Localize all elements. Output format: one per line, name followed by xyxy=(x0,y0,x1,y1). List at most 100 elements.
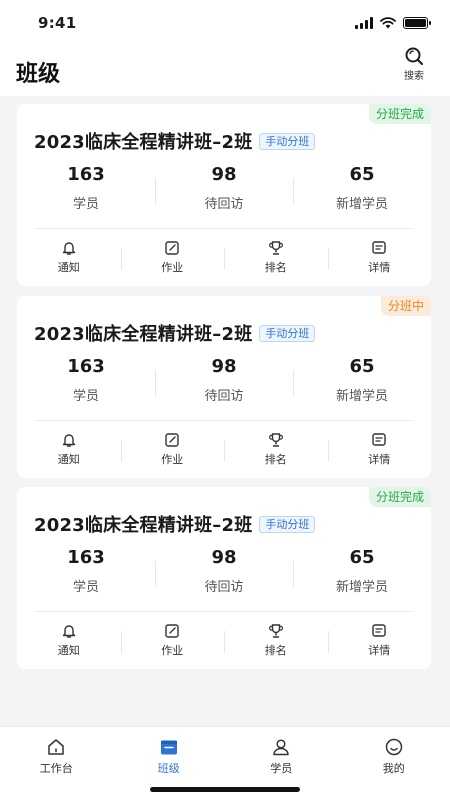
class-title: 2023临床全程精讲班–2班 xyxy=(34,132,253,153)
stat-label: 新增学员 xyxy=(335,580,388,595)
card-divider xyxy=(34,228,414,229)
ranking-button[interactable]: 排名 xyxy=(224,236,328,280)
stat-value: 65 xyxy=(349,547,375,568)
action-label: 排名 xyxy=(264,453,287,466)
battery-icon xyxy=(403,17,431,29)
action-label: 作业 xyxy=(161,453,184,466)
class-card[interactable]: 分班完成 2023临床全程精讲班–2班 手动分班 163 学员 98 待回访 6… xyxy=(17,104,431,286)
ranking-button[interactable]: 排名 xyxy=(224,428,328,472)
card-actions: 通知 作业 排名 详情 xyxy=(17,236,431,280)
tab-workbench[interactable]: 工作台 xyxy=(0,737,113,800)
search-button[interactable]: 搜索 xyxy=(396,46,432,82)
smile-icon xyxy=(385,738,402,756)
stat-value: 65 xyxy=(349,356,375,377)
card-divider xyxy=(34,420,414,421)
class-folder-icon xyxy=(160,740,177,755)
stat-value: 163 xyxy=(67,164,105,185)
class-status-tag: 分班完成 xyxy=(368,104,431,124)
stat-new-students[interactable]: 65 新增学员 xyxy=(293,547,431,599)
card-actions: 通知 作业 排名 详情 xyxy=(17,428,431,472)
stat-value: 163 xyxy=(67,356,105,377)
class-title: 2023临床全程精讲班–2班 xyxy=(34,515,253,536)
edit-square-icon xyxy=(165,624,179,638)
notify-button[interactable]: 通知 xyxy=(17,619,121,663)
assign-mode-badge: 手动分班 xyxy=(259,132,316,150)
tab-mine[interactable]: 我的 xyxy=(338,737,450,800)
trophy-icon xyxy=(268,433,283,447)
action-label: 通知 xyxy=(57,644,80,657)
tab-label: 班级 xyxy=(157,762,180,775)
page-title: 班级 xyxy=(16,62,61,87)
search-label: 搜索 xyxy=(404,71,424,82)
home-indicator xyxy=(150,787,300,792)
card-divider xyxy=(34,611,414,612)
stat-value: 98 xyxy=(211,547,237,568)
action-label: 作业 xyxy=(161,644,184,657)
class-title-row: 2023临床全程精讲班–2班 手动分班 xyxy=(34,128,316,154)
stat-students[interactable]: 163 学员 xyxy=(17,356,155,408)
action-label: 通知 xyxy=(57,453,80,466)
stat-value: 65 xyxy=(349,164,375,185)
class-screen: 9:41 班级 搜索 分班完成 2023临床全程精讲班–2班 手动分班 163 … xyxy=(0,0,450,800)
search-icon xyxy=(405,47,424,66)
stat-label: 待回访 xyxy=(204,389,244,404)
notify-button[interactable]: 通知 xyxy=(17,428,121,472)
action-label: 作业 xyxy=(161,261,184,274)
wifi-icon xyxy=(380,17,396,29)
stat-students[interactable]: 163 学员 xyxy=(17,547,155,599)
message-square-icon xyxy=(372,241,386,254)
homework-button[interactable]: 作业 xyxy=(120,236,225,280)
assign-mode-badge: 手动分班 xyxy=(259,324,316,342)
stat-label: 学员 xyxy=(72,197,99,212)
stat-label: 学员 xyxy=(72,580,99,595)
status-bar: 9:41 xyxy=(0,0,450,46)
class-stats: 163 学员 98 待回访 65 新增学员 xyxy=(17,164,431,216)
details-button[interactable]: 详情 xyxy=(327,236,432,280)
stat-value: 98 xyxy=(211,356,237,377)
class-title-row: 2023临床全程精讲班–2班 手动分班 xyxy=(34,511,316,537)
details-button[interactable]: 详情 xyxy=(327,619,432,663)
action-label: 排名 xyxy=(264,644,287,657)
card-actions: 通知 作业 排名 详情 xyxy=(17,619,431,663)
status-icons xyxy=(355,17,431,29)
action-label: 详情 xyxy=(368,644,391,657)
stat-label: 待回访 xyxy=(204,197,244,212)
stat-new-students[interactable]: 65 新增学员 xyxy=(293,164,431,216)
bell-icon xyxy=(62,242,75,255)
stat-pending-followup[interactable]: 98 待回访 xyxy=(155,164,293,216)
stat-label: 新增学员 xyxy=(335,197,388,212)
action-label: 通知 xyxy=(57,261,80,274)
stat-value: 163 xyxy=(67,547,105,568)
message-square-icon xyxy=(372,433,386,446)
action-label: 详情 xyxy=(368,453,391,466)
class-card[interactable]: 分班中 2023临床全程精讲班–2班 手动分班 163 学员 98 待回访 65… xyxy=(17,296,431,478)
user-icon xyxy=(273,739,289,756)
stat-new-students[interactable]: 65 新增学员 xyxy=(293,356,431,408)
page-header: 班级 搜索 xyxy=(0,46,450,96)
tab-label: 学员 xyxy=(270,762,293,775)
ranking-button[interactable]: 排名 xyxy=(224,619,328,663)
class-stats: 163 学员 98 待回访 65 新增学员 xyxy=(17,547,431,599)
home-icon xyxy=(48,739,64,755)
edit-square-icon xyxy=(165,241,179,255)
stat-label: 新增学员 xyxy=(335,389,388,404)
stat-pending-followup[interactable]: 98 待回访 xyxy=(155,356,293,408)
stat-students[interactable]: 163 学员 xyxy=(17,164,155,216)
assign-mode-badge: 手动分班 xyxy=(259,515,316,533)
edit-square-icon xyxy=(165,433,179,447)
status-time: 9:41 xyxy=(38,14,77,32)
cellular-signal-icon xyxy=(355,17,373,29)
homework-button[interactable]: 作业 xyxy=(120,619,225,663)
class-stats: 163 学员 98 待回访 65 新增学员 xyxy=(17,356,431,408)
details-button[interactable]: 详情 xyxy=(327,428,432,472)
bell-icon xyxy=(62,625,75,638)
bell-icon xyxy=(62,434,75,447)
homework-button[interactable]: 作业 xyxy=(120,428,225,472)
stat-value: 98 xyxy=(211,164,237,185)
class-card[interactable]: 分班完成 2023临床全程精讲班–2班 手动分班 163 学员 98 待回访 6… xyxy=(17,487,431,669)
action-label: 排名 xyxy=(264,261,287,274)
notify-button[interactable]: 通知 xyxy=(17,236,121,280)
stat-label: 学员 xyxy=(72,389,99,404)
stat-pending-followup[interactable]: 98 待回访 xyxy=(155,547,293,599)
trophy-icon xyxy=(268,241,283,255)
